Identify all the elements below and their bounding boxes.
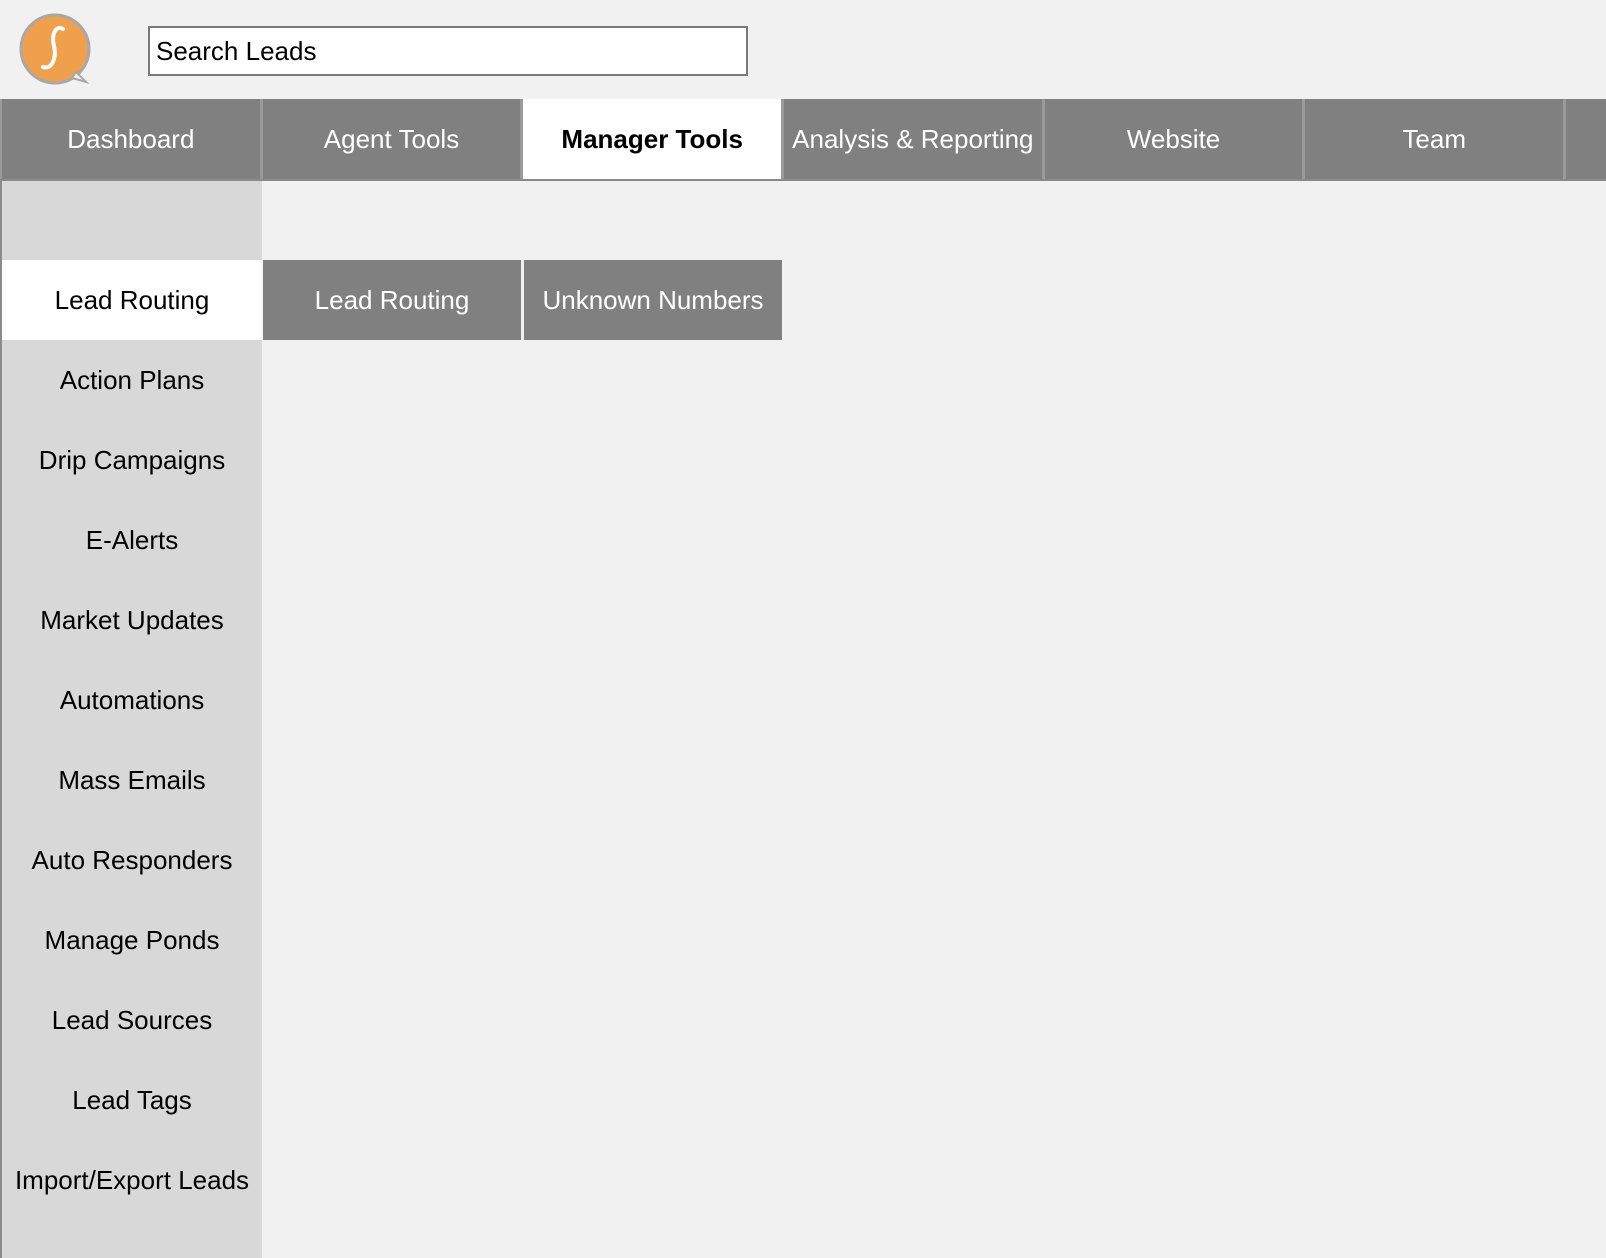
- sidebar-item-automations[interactable]: Automations: [2, 660, 262, 740]
- tab-team[interactable]: Team: [1305, 99, 1564, 179]
- tab-manager-tools[interactable]: Manager Tools: [523, 99, 782, 179]
- sidebar-item-import-export-leads[interactable]: Import/Export Leads: [2, 1140, 262, 1220]
- tab-overflow[interactable]: [1566, 99, 1606, 179]
- sidebar-item-action-plans[interactable]: Action Plans: [2, 340, 262, 420]
- tab-agent-tools[interactable]: Agent Tools: [262, 99, 521, 179]
- search-input[interactable]: [148, 26, 748, 76]
- sidebar-item-lead-routing[interactable]: Lead Routing: [2, 260, 262, 340]
- sidebar: Lead Routing Action Plans Drip Campaigns…: [0, 181, 262, 1258]
- subtab-unknown-numbers[interactable]: Unknown Numbers: [524, 260, 782, 340]
- sidebar-item-manage-ponds[interactable]: Manage Ponds: [2, 900, 262, 980]
- sidebar-item-drip-campaigns[interactable]: Drip Campaigns: [2, 420, 262, 500]
- sidebar-item-market-updates[interactable]: Market Updates: [2, 580, 262, 660]
- logo-graphic: [19, 13, 91, 85]
- brand-logo-icon[interactable]: [18, 12, 92, 86]
- tab-dashboard[interactable]: Dashboard: [2, 99, 260, 179]
- tab-website[interactable]: Website: [1044, 99, 1303, 179]
- top-nav: Dashboard Agent Tools Manager Tools Anal…: [0, 99, 1606, 181]
- sidebar-item-e-alerts[interactable]: E-Alerts: [2, 500, 262, 580]
- sidebar-item-lead-sources[interactable]: Lead Sources: [2, 980, 262, 1060]
- tab-analysis-reporting[interactable]: Analysis & Reporting: [784, 99, 1042, 179]
- sidebar-item-auto-responders[interactable]: Auto Responders: [2, 820, 262, 900]
- sidebar-item-lead-tags[interactable]: Lead Tags: [2, 1060, 262, 1140]
- sidebar-item-mass-emails[interactable]: Mass Emails: [2, 740, 262, 820]
- sub-tabs: Lead Routing Unknown Numbers: [263, 260, 782, 340]
- app-page: Dashboard Agent Tools Manager Tools Anal…: [0, 0, 1606, 1258]
- subtab-lead-routing[interactable]: Lead Routing: [263, 260, 521, 340]
